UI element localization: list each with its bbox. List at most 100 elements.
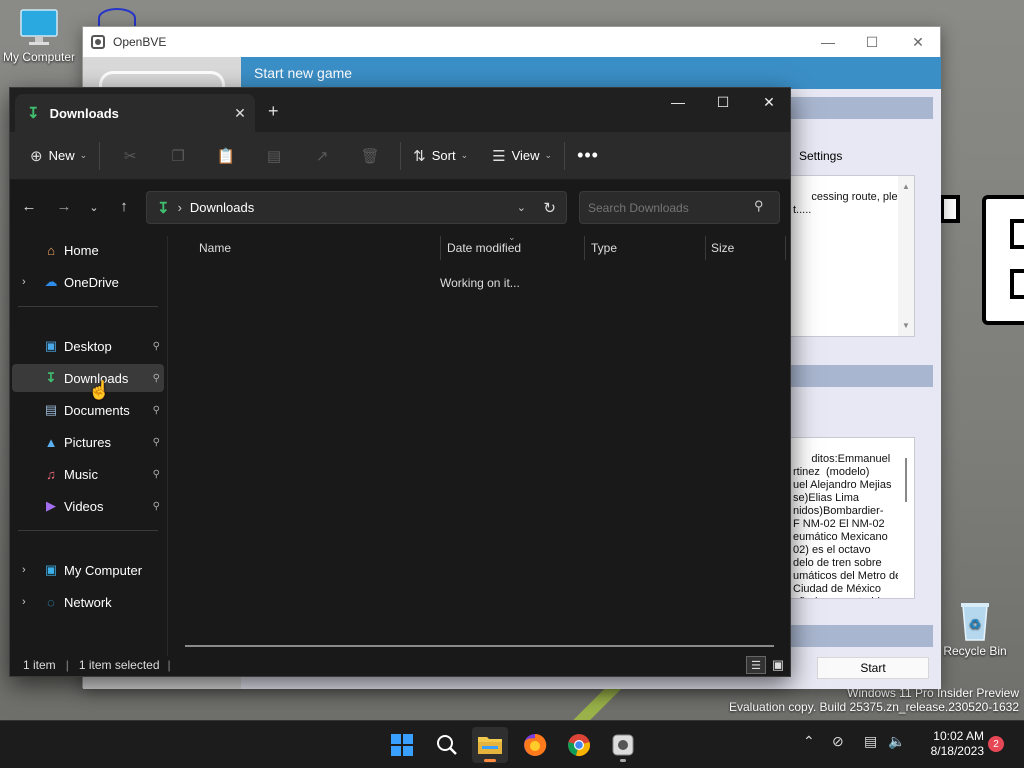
column-divider[interactable] (440, 236, 441, 260)
videos-icon: ▶ (46, 498, 56, 513)
forward-button[interactable]: → (53, 198, 75, 215)
share-icon[interactable]: ↗ (298, 147, 346, 165)
new-tab-button[interactable]: + (268, 101, 279, 122)
more-options-button[interactable]: ••• (571, 140, 605, 172)
pictures-icon: ▲ (44, 434, 58, 450)
column-header-size[interactable]: Size (711, 236, 734, 260)
explorer-tab-downloads[interactable]: ↧ Downloads ✕ (15, 94, 255, 132)
column-header-type[interactable]: Type (591, 236, 617, 260)
taskbar: ⌃ ⊘ ▤ 🔈 10:02 AM 8/18/2023 2 (0, 720, 1024, 768)
status-selected-count: 1 item selected (78, 658, 160, 672)
status-bar: 1 item | 1 item selected | ☰ ▣ (10, 654, 790, 676)
openbve-settings-tab[interactable]: Settings (799, 149, 842, 163)
column-header-name[interactable]: Name (199, 236, 231, 260)
search-input[interactable] (579, 191, 780, 224)
openbve-start-button[interactable]: Start (817, 657, 929, 679)
view-button[interactable]: ☰ View ⌄ (486, 140, 558, 172)
minimize-button[interactable]: — (655, 88, 701, 116)
close-tab-button[interactable]: ✕ (231, 104, 249, 122)
notification-badge[interactable]: 2 (988, 736, 1004, 752)
clock[interactable]: 10:02 AM 8/18/2023 (918, 729, 984, 759)
file-list: Name Date modified ⌄ Type Size Working o… (168, 232, 790, 656)
openbve-maximize-button[interactable]: ☐ (849, 27, 895, 57)
openbve-banner: Start new game (241, 57, 941, 89)
close-button[interactable]: ✕ (746, 88, 792, 116)
display-icon[interactable]: ▤ (864, 733, 877, 750)
background-graphic (940, 195, 960, 223)
back-button[interactable]: ← (18, 198, 40, 215)
refresh-icon[interactable]: ↻ (543, 199, 556, 217)
search-icon[interactable]: ⚲ (754, 198, 764, 214)
loading-text: Working on it... (440, 276, 520, 290)
clock-date: 8/18/2023 (930, 744, 984, 758)
maximize-button[interactable]: ☐ (700, 88, 746, 116)
nav-item-onedrive[interactable]: › ☁ OneDrive (12, 268, 164, 296)
new-button[interactable]: ⊕ New ⌄ (24, 140, 93, 172)
sort-button[interactable]: ⇅ Sort ⌄ (407, 140, 474, 172)
desktop-folder-icon: ▣ (44, 338, 58, 353)
svg-text:♻: ♻ (969, 616, 982, 632)
view-list-icon: ☰ (492, 147, 506, 165)
taskbar-firefox[interactable] (517, 727, 553, 763)
navigation-pane: ⌂ Home › ☁ OneDrive ▣ Desktop ⚲ ↧ Downlo… (10, 236, 168, 656)
openbve-description-text: ditos:Emmanuel rtinez (modelo) uel Aleja… (793, 453, 902, 598)
horizontal-scrollbar[interactable] (185, 645, 774, 647)
delete-icon[interactable]: 🗑 (346, 147, 394, 165)
rename-icon[interactable]: ▤ (250, 147, 298, 165)
recent-locations-button[interactable]: ⌄ (83, 201, 105, 214)
explorer-tab-bar[interactable]: ↧ Downloads ✕ + — ☐ ✕ (10, 88, 790, 132)
openbve-title: OpenBVE (113, 35, 167, 49)
openbve-description-box: ditos:Emmanuel rtinez (modelo) uel Aleja… (789, 437, 915, 599)
volume-icon[interactable]: 🔈 (888, 733, 905, 750)
search-button[interactable] (429, 727, 465, 763)
taskbar-file-explorer[interactable] (472, 727, 508, 763)
nav-item-network[interactable]: › ◌ Network (12, 588, 164, 616)
paste-icon[interactable]: 📋 (202, 147, 250, 165)
nav-item-my-computer[interactable]: › ▣ My Computer (12, 556, 164, 584)
column-divider[interactable] (584, 236, 585, 260)
nav-item-pictures[interactable]: ▲ Pictures ⚲ (12, 428, 164, 456)
taskbar-openbve[interactable] (605, 727, 641, 763)
network-icon[interactable]: ⊘ (832, 733, 844, 750)
chevron-right-icon[interactable]: › (22, 564, 26, 576)
background-graphic (560, 688, 640, 720)
tiles-view-button[interactable]: ▣ (768, 656, 788, 674)
nav-item-desktop[interactable]: ▣ Desktop ⚲ (12, 332, 164, 360)
openbve-description-scrollbar[interactable] (898, 438, 914, 598)
details-view-button[interactable]: ☰ (746, 656, 766, 674)
openbve-minimize-button[interactable]: — (805, 27, 851, 57)
pin-icon[interactable]: ⚲ (153, 437, 160, 448)
start-button[interactable] (384, 727, 420, 763)
up-button[interactable]: ↑ (113, 198, 135, 215)
explorer-command-bar: ⊕ New ⌄ ✂ ❐ 📋 ▤ ↗ 🗑 ⇅ Sort ⌄ ☰ View ⌄ ••… (10, 132, 790, 180)
taskbar-chrome[interactable] (561, 727, 597, 763)
column-divider[interactable] (705, 236, 706, 260)
desktop-icon-label: Recycle Bin (943, 644, 1007, 658)
openbve-app-icon (612, 734, 634, 756)
background-graphic (982, 195, 1024, 325)
nav-item-home[interactable]: ⌂ Home (12, 236, 164, 264)
cut-icon[interactable]: ✂ (106, 147, 154, 165)
file-explorer-window[interactable]: ↧ Downloads ✕ + — ☐ ✕ ⊕ New ⌄ ✂ ❐ 📋 ▤ ↗ … (9, 87, 791, 677)
breadcrumb-downloads[interactable]: Downloads (190, 200, 254, 215)
pin-icon[interactable]: ⚲ (153, 373, 160, 384)
address-dropdown-icon[interactable]: ⌄ (517, 201, 526, 214)
openbve-close-button[interactable]: ✕ (895, 27, 941, 57)
openbve-status-scrollbar[interactable]: ▲ ▼ (898, 176, 914, 336)
desktop-icon-my-computer[interactable]: My Computer (0, 8, 79, 64)
pin-icon[interactable]: ⚲ (153, 341, 160, 352)
address-breadcrumb[interactable]: ↧ › Downloads ⌄ ↻ (146, 191, 567, 224)
column-divider[interactable] (785, 236, 786, 260)
nav-item-music[interactable]: ♫ Music ⚲ (12, 460, 164, 488)
chevron-right-icon[interactable]: › (22, 276, 26, 288)
pin-icon[interactable]: ⚲ (153, 469, 160, 480)
chevron-right-icon[interactable]: › (22, 596, 26, 608)
copy-icon[interactable]: ❐ (154, 147, 202, 165)
show-hidden-icons-button[interactable]: ⌃ (803, 733, 815, 750)
firefox-icon (524, 733, 547, 756)
pin-icon[interactable]: ⚲ (153, 405, 160, 416)
desktop-icon-partial[interactable] (98, 8, 136, 28)
nav-item-videos[interactable]: ▶ Videos ⚲ (12, 492, 164, 520)
desktop-icon-recycle-bin[interactable]: ♻ Recycle Bin (935, 598, 1015, 658)
pin-icon[interactable]: ⚲ (153, 501, 160, 512)
